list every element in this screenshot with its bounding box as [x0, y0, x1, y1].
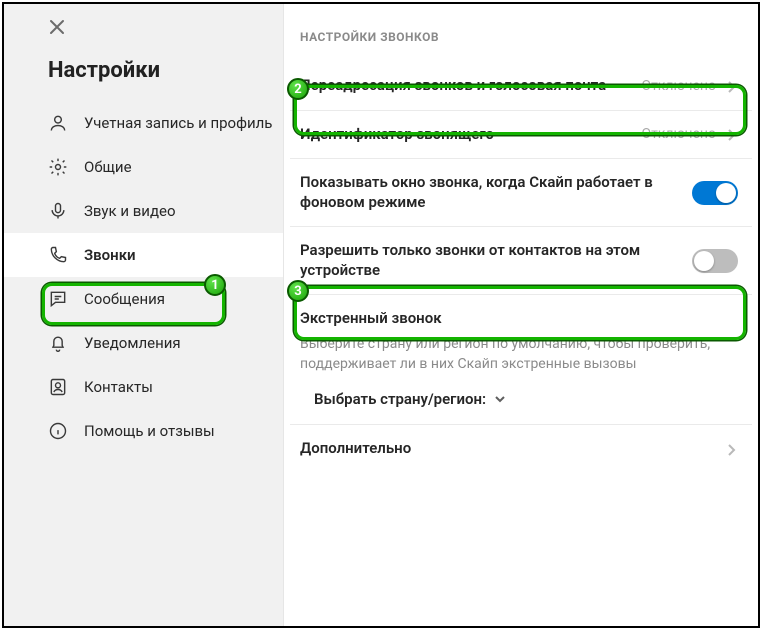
sidebar-item-contacts[interactable]: Контакты: [4, 365, 283, 409]
sidebar-item-label: Учетная запись и профиль: [84, 114, 273, 133]
sidebar-item-messages[interactable]: Сообщения: [4, 277, 283, 321]
chevron-right-icon: [726, 442, 738, 456]
sidebar-item-label: Звонки: [84, 246, 273, 265]
section-title: НАСТРОЙКИ ЗВОНКОВ: [300, 30, 752, 44]
sidebar-item-label: Сообщения: [84, 290, 273, 309]
row-contacts-only: Разрешить только звонки от контактов на …: [290, 227, 752, 295]
sidebar-item-label: Уведомления: [84, 334, 273, 353]
emergency-call-block: Экстренный звонок Выберите страну или ре…: [290, 295, 752, 425]
row-label: Показывать окно звонка, когда Скайп рабо…: [300, 173, 692, 212]
settings-title: Настройки: [48, 58, 283, 83]
sidebar-item-label: Звук и видео: [84, 202, 273, 221]
select-label: Выбрать страну/регион:: [314, 390, 486, 408]
contacts-icon: [48, 377, 68, 397]
row-show-call-window: Показывать окно звонка, когда Скайп рабо…: [290, 159, 752, 227]
sidebar-item-label: Помощь и отзывы: [84, 422, 273, 441]
chevron-right-icon: [726, 79, 738, 93]
sidebar-item-general[interactable]: Общие: [4, 145, 283, 189]
select-country-region[interactable]: Выбрать страну/регион:: [300, 384, 738, 420]
settings-window: Настройки Учетная запись и профиль Общие…: [2, 2, 760, 628]
mic-icon: [48, 201, 68, 221]
row-label: Идентификатор звонящего: [300, 125, 641, 145]
row-label: Дополнительно: [300, 439, 726, 459]
phone-icon: [48, 245, 68, 265]
row-advanced[interactable]: Дополнительно: [290, 425, 752, 473]
emergency-description: Выберите страну или регион по умолчанию,…: [300, 335, 738, 374]
gear-icon: [48, 157, 68, 177]
info-icon: [48, 421, 68, 441]
user-icon: [48, 113, 68, 133]
toggle-show-call-window[interactable]: [692, 181, 738, 205]
sidebar-item-label: Контакты: [84, 378, 273, 397]
status-label: Отключено: [641, 78, 716, 94]
sidebar-item-notifications[interactable]: Уведомления: [4, 321, 283, 365]
call-settings-panel: НАСТРОЙКИ ЗВОНКОВ Переадресация звонков …: [284, 4, 758, 626]
settings-sidebar: Настройки Учетная запись и профиль Общие…: [4, 4, 284, 626]
row-call-forwarding[interactable]: Переадресация звонков и голосовая почта …: [290, 62, 752, 111]
row-label: Переадресация звонков и голосовая почта: [300, 76, 641, 96]
close-icon[interactable]: [48, 18, 66, 36]
sidebar-item-label: Общие: [84, 158, 273, 177]
emergency-title: Экстренный звонок: [300, 309, 738, 327]
chevron-right-icon: [726, 127, 738, 141]
row-label: Разрешить только звонки от контактов на …: [300, 241, 692, 280]
bell-icon: [48, 333, 68, 353]
sidebar-item-help[interactable]: Помощь и отзывы: [4, 409, 283, 453]
toggle-contacts-only[interactable]: [692, 249, 738, 273]
status-label: Отключено: [641, 126, 716, 142]
sidebar-item-calls[interactable]: Звонки: [4, 233, 283, 277]
row-caller-id[interactable]: Идентификатор звонящего Отключено: [290, 111, 752, 160]
sidebar-item-audio-video[interactable]: Звук и видео: [4, 189, 283, 233]
sidebar-item-account[interactable]: Учетная запись и профиль: [4, 101, 283, 145]
chat-icon: [48, 289, 68, 309]
